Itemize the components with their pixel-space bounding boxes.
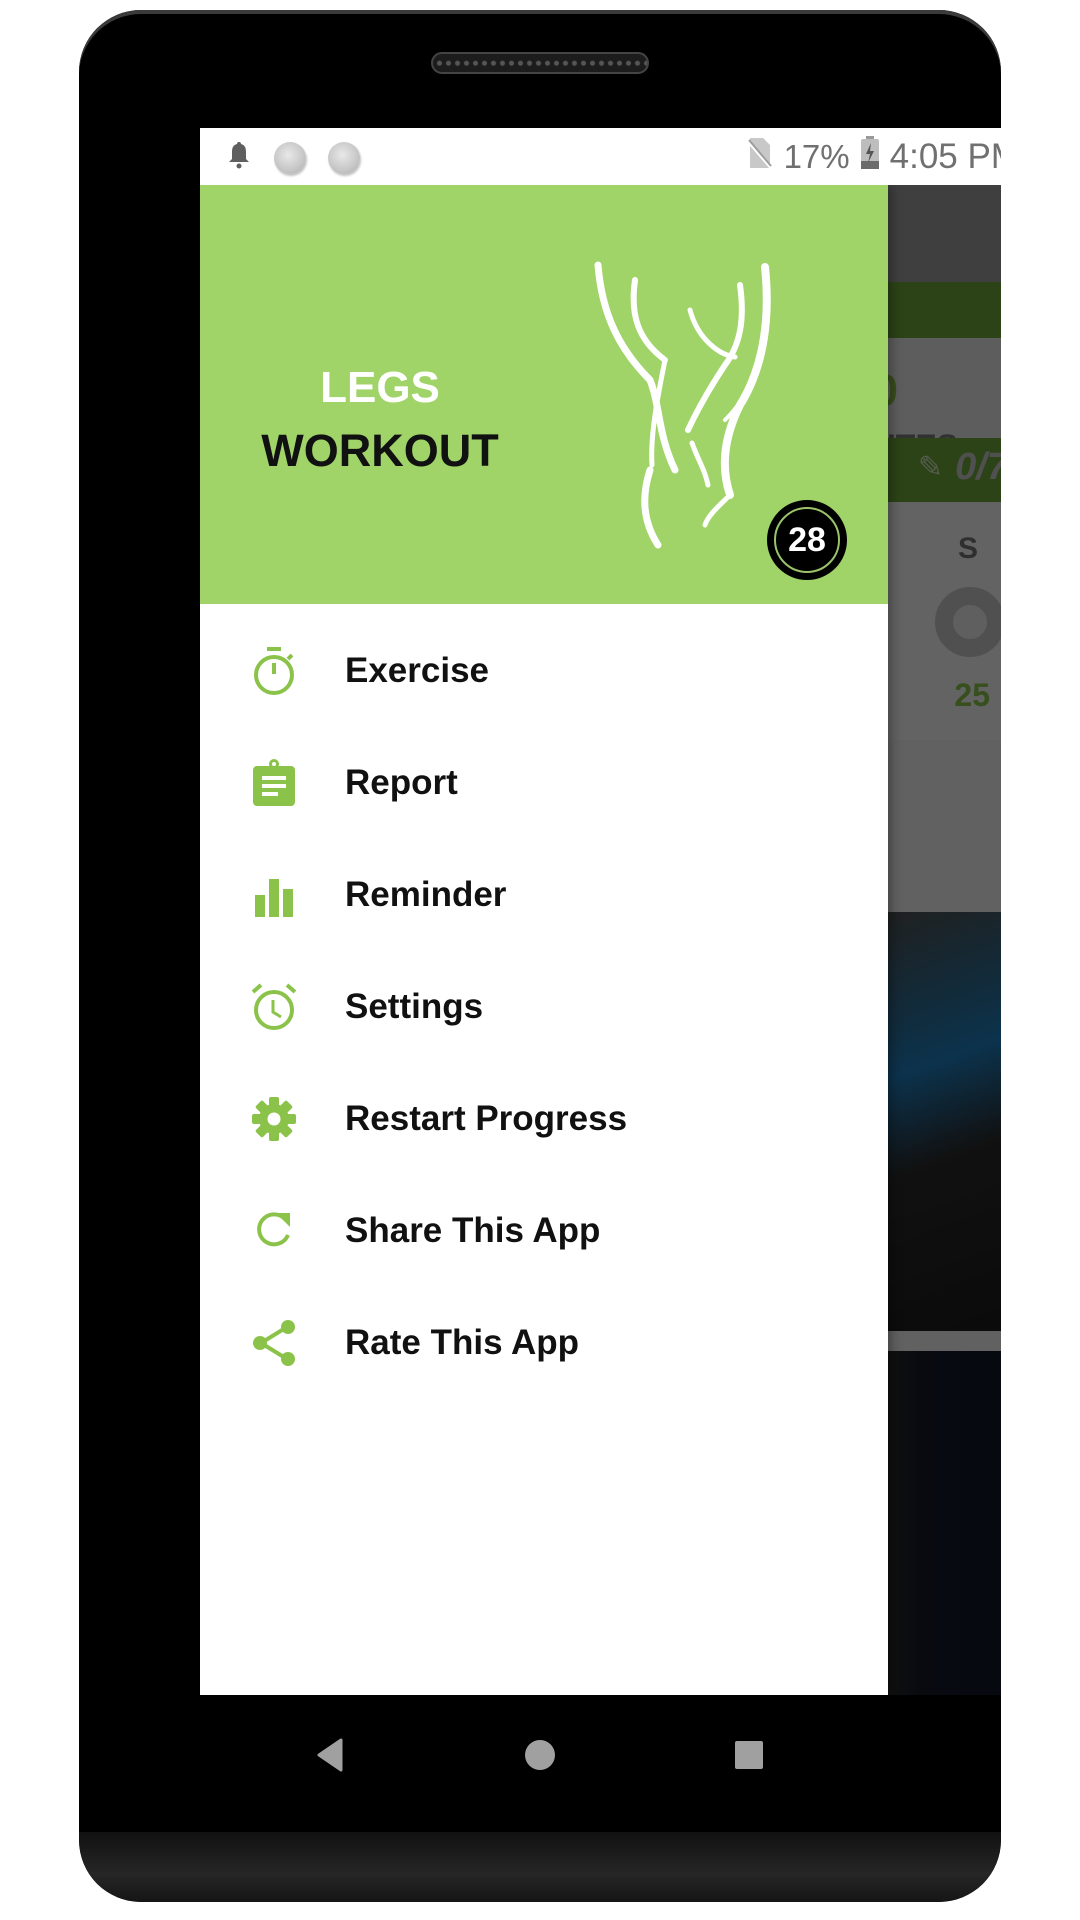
- navigation-drawer: LEGS WORKOUT 28 Exercise Report Reminder…: [200, 185, 888, 1695]
- menu-item-exercise[interactable]: Exercise: [200, 615, 888, 727]
- legs-logo-icon: [594, 261, 771, 549]
- share-icon: [248, 1317, 300, 1369]
- app-title-line2: WORKOUT: [261, 425, 499, 476]
- menu-item-reminder[interactable]: Reminder: [200, 839, 888, 951]
- menu-item-restart-progress[interactable]: Restart Progress: [200, 1063, 888, 1175]
- drawer-header: LEGS WORKOUT 28: [200, 185, 888, 604]
- recents-icon: [735, 1741, 763, 1769]
- app-title-line1: LEGS: [320, 363, 440, 412]
- home-button[interactable]: [515, 1735, 565, 1775]
- back-button[interactable]: [305, 1735, 355, 1775]
- battery-charging-icon: [860, 136, 880, 178]
- menu-label: Settings: [345, 987, 484, 1026]
- menu-item-share-app[interactable]: Share This App: [200, 1175, 888, 1287]
- menu-label: Rate This App: [345, 1323, 579, 1362]
- system-nav-bar: [79, 1695, 1001, 1815]
- menu-label: Share This App: [345, 1211, 601, 1250]
- drawer-menu: Exercise Report Reminder Settings Restar…: [200, 604, 888, 1399]
- status-bar: 17% 4:05 PM: [200, 128, 1001, 185]
- back-icon: [317, 1738, 343, 1772]
- phone-frame: 17% 4:05 PM 0 UTES ✎ 0/7 S 25: [79, 10, 1001, 1902]
- alarm-clock-icon: [248, 981, 300, 1033]
- menu-label: Restart Progress: [345, 1099, 628, 1138]
- phone-chin: [79, 1832, 1001, 1902]
- clock: 4:05 PM: [889, 137, 1001, 176]
- menu-item-rate-app[interactable]: Rate This App: [200, 1287, 888, 1399]
- home-icon: [525, 1740, 555, 1770]
- menu-label: Report: [345, 763, 458, 802]
- menu-label: Reminder: [345, 875, 507, 914]
- notification-bell-icon: [226, 140, 252, 175]
- days-badge-value: 28: [774, 507, 840, 573]
- sync-icon: [274, 141, 306, 174]
- sync-icon: [328, 141, 360, 174]
- stopwatch-icon: [248, 645, 300, 697]
- no-sim-icon: [744, 136, 774, 178]
- recents-button[interactable]: [724, 1735, 774, 1775]
- days-badge: 28: [767, 500, 847, 580]
- bar-chart-icon: [248, 869, 300, 921]
- screen: 17% 4:05 PM 0 UTES ✎ 0/7 S 25: [200, 128, 1001, 1695]
- clipboard-icon: [248, 757, 300, 809]
- gear-icon: [248, 1093, 300, 1145]
- battery-percent: 17%: [783, 138, 850, 175]
- menu-item-report[interactable]: Report: [200, 727, 888, 839]
- menu-item-settings[interactable]: Settings: [200, 951, 888, 1063]
- menu-label: Exercise: [345, 651, 490, 690]
- refresh-icon: [248, 1205, 300, 1257]
- speaker-grille: [431, 52, 649, 74]
